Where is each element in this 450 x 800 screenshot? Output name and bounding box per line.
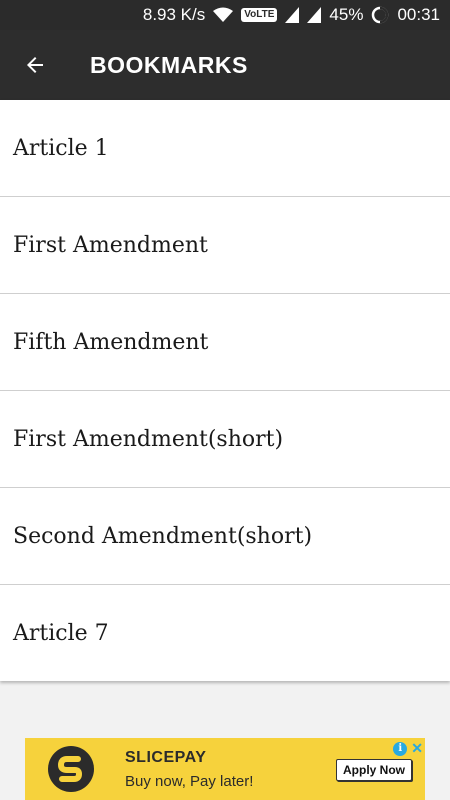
list-item[interactable]: First Amendment(short) — [0, 391, 450, 488]
bookmark-list: Article 1 First Amendment Fifth Amendmen… — [0, 100, 450, 681]
battery-icon — [371, 6, 389, 24]
status-bar: 8.93 K/s VoLTE 45% 00:31 — [0, 0, 450, 30]
ad-choices[interactable]: i ✕ — [393, 740, 423, 757]
network-speed: 8.93 K/s — [142, 5, 206, 24]
signal-icon — [307, 7, 322, 23]
list-item[interactable]: Fifth Amendment — [0, 294, 450, 391]
ad-brand: SLICEPAY — [125, 748, 207, 766]
clock: 00:31 — [397, 5, 440, 24]
arrow-left-icon — [27, 57, 43, 73]
info-icon[interactable]: i — [393, 741, 408, 756]
list-item[interactable]: Second Amendment(short) — [0, 488, 450, 585]
volte-badge: VoLTE — [241, 8, 278, 22]
list-item[interactable]: Article 1 — [0, 100, 450, 197]
list-item[interactable]: First Amendment — [0, 197, 450, 294]
app-bar: BOOKMARKS — [0, 30, 450, 100]
ad-banner[interactable]: SLICEPAY Buy now, Pay later! Apply Now i… — [25, 738, 425, 800]
ad-tagline: Buy now, Pay later! — [125, 772, 254, 790]
wifi-icon — [213, 7, 234, 23]
signal-icon — [285, 7, 300, 23]
battery-percent: 45% — [329, 5, 364, 24]
page-title: BOOKMARKS — [90, 51, 248, 78]
close-icon[interactable]: ✕ — [411, 740, 423, 757]
list-item[interactable]: Article 7 — [0, 585, 450, 681]
slicepay-logo-icon — [48, 746, 94, 792]
apply-now-button[interactable]: Apply Now — [336, 759, 412, 781]
back-button[interactable] — [0, 30, 70, 100]
